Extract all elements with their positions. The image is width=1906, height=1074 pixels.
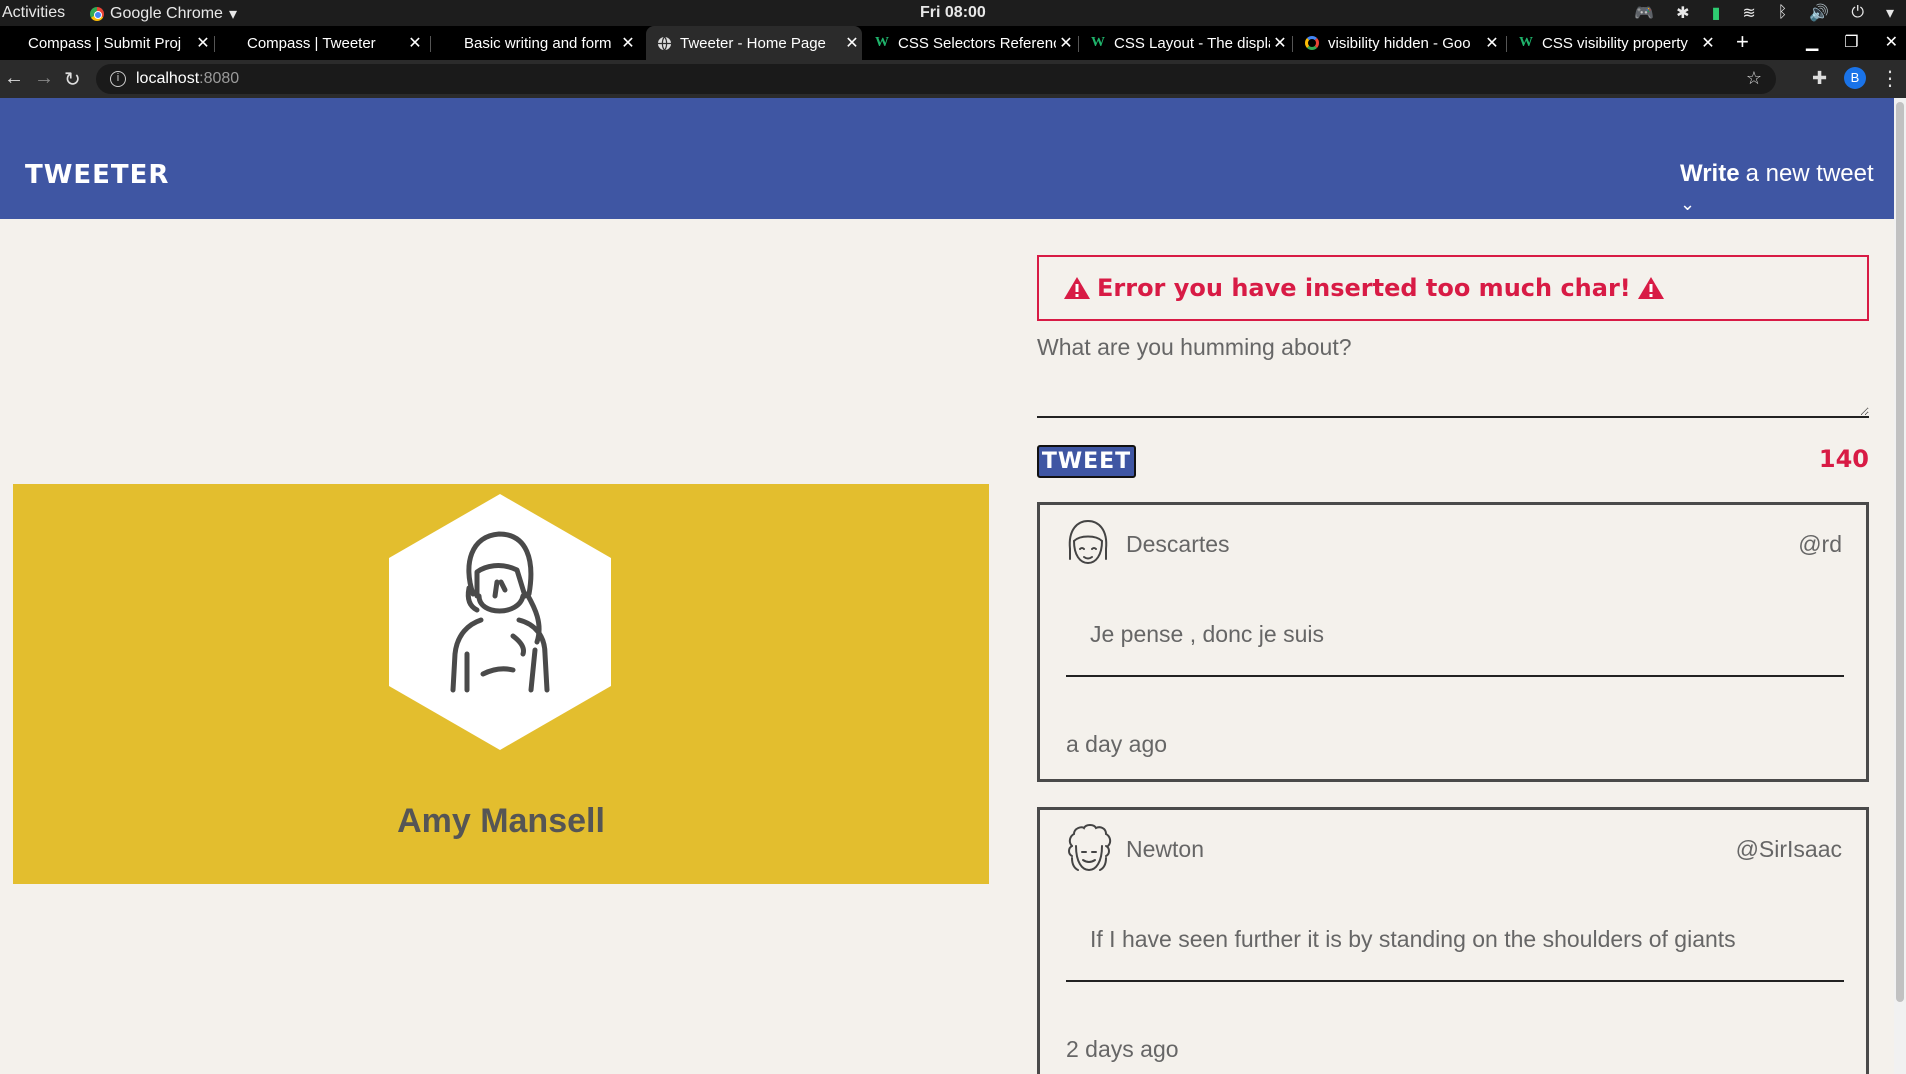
- tab-title: CSS visibility property: [1542, 34, 1688, 52]
- tab-compass-tweeter[interactable]: Compass | Tweeter ✕: [237, 26, 425, 60]
- clock[interactable]: Fri 08:00: [920, 4, 986, 22]
- tab-css-visibility[interactable]: W CSS visibility property ✕: [1508, 26, 1718, 60]
- profile-card: Amy Mansell: [13, 484, 989, 884]
- tab-title: CSS Selectors Referenc: [898, 34, 1056, 52]
- tweet-textarea[interactable]: [1037, 364, 1869, 418]
- tab-title: visibility hidden - Goo: [1328, 34, 1471, 52]
- globe-icon: [656, 35, 672, 51]
- write-tweet-toggle[interactable]: Write a new tweet: [1680, 160, 1874, 188]
- girl-avatar-icon: [1068, 519, 1108, 565]
- address-bar[interactable]: i localhost:8080 ☆: [96, 64, 1776, 94]
- tab-tweeter-home[interactable]: Tweeter - Home Page ✕: [646, 26, 862, 60]
- warning-icon: [1637, 277, 1664, 299]
- close-tab-icon[interactable]: ✕: [1482, 33, 1502, 53]
- w3schools-icon: W: [875, 35, 889, 50]
- url-host: localhost: [136, 70, 200, 87]
- tweet-timestamp: a day ago: [1066, 731, 1168, 757]
- tab-visibility-hidden[interactable]: visibility hidden - Goo ✕: [1294, 26, 1502, 60]
- tweet-body: If I have seen further it is by standing…: [1066, 926, 1844, 982]
- close-tab-icon[interactable]: ✕: [193, 33, 213, 53]
- system-top-bar: Activities Google Chrome ▾ Fri 08:00 🎮 ✱…: [0, 0, 1906, 26]
- close-window-icon[interactable]: ✕: [1885, 32, 1898, 52]
- caret-down-icon: ▾: [228, 6, 237, 23]
- girl-avatar-icon: [450, 531, 550, 693]
- tab-basic-writing[interactable]: Basic writing and form ✕: [454, 26, 638, 60]
- new-tab-plus-icon[interactable]: +: [1736, 29, 1749, 55]
- close-tab-icon[interactable]: ✕: [405, 33, 425, 53]
- tweet-author-handle: @rd: [1798, 531, 1842, 557]
- menu-kebab-icon[interactable]: ⋮: [1880, 66, 1900, 91]
- caret-down-icon[interactable]: ▾: [1886, 3, 1894, 23]
- site-info-icon[interactable]: i: [110, 71, 126, 87]
- volume-icon[interactable]: 🔊: [1809, 3, 1829, 23]
- tab-title: Compass | Submit Proj: [28, 34, 182, 52]
- curly-hair-avatar-icon: [1068, 824, 1112, 872]
- tab-strip: Compass | Submit Proj ✕ Compass | Tweete…: [0, 26, 1906, 60]
- error-text: Error you have inserted too much char!: [1097, 274, 1631, 302]
- tweet-author-name: Newton: [1126, 836, 1204, 862]
- profile-avatar[interactable]: B: [1844, 67, 1866, 89]
- browser-toolbar: ← → ↻ i localhost:8080 ☆ ✚ B ⋮: [0, 60, 1906, 98]
- tweet-prompt-label: What are you humming about?: [1037, 334, 1352, 360]
- power-icon[interactable]: ⏻: [1851, 4, 1864, 22]
- app-name: Google Chrome: [110, 5, 223, 22]
- google-icon: [1304, 35, 1320, 51]
- close-tab-icon[interactable]: ✕: [618, 33, 638, 53]
- tweet-card: Descartes @rd Je pense , donc je suis a …: [1037, 502, 1869, 782]
- tweet-author-handle: @SirIsaac: [1735, 836, 1842, 862]
- app-menu[interactable]: Google Chrome ▾: [90, 4, 237, 24]
- close-tab-icon[interactable]: ✕: [1056, 33, 1076, 53]
- w3schools-icon: W: [1519, 35, 1533, 50]
- tab-compass-submit[interactable]: Compass | Submit Proj ✕: [18, 26, 213, 60]
- char-counter: 140: [1818, 445, 1869, 473]
- tweet-timestamp: 2 days ago: [1066, 1036, 1179, 1062]
- tab-title: Tweeter - Home Page: [680, 34, 826, 52]
- battery-app-icon[interactable]: ▮: [1712, 3, 1721, 23]
- close-tab-icon[interactable]: ✕: [1270, 33, 1290, 53]
- window-controls: ▁ ❐ ✕: [1806, 32, 1898, 52]
- bookmark-star-icon[interactable]: ☆: [1746, 68, 1762, 89]
- tab-title: Compass | Tweeter: [247, 34, 376, 52]
- forward-arrow-icon[interactable]: →: [34, 67, 54, 90]
- page-scrollbar[interactable]: [1894, 98, 1906, 1074]
- slack-icon[interactable]: ✱: [1676, 3, 1689, 23]
- compose-label: a new tweet: [1745, 160, 1874, 187]
- brand-logo[interactable]: TWEETER: [25, 160, 169, 190]
- minimize-icon[interactable]: ▁: [1806, 32, 1818, 52]
- site-header: TWEETER Write a new tweet ⌄: [0, 98, 1894, 219]
- chrome-logo-icon: [90, 7, 104, 21]
- error-message: Error you have inserted too much char!: [1037, 255, 1869, 321]
- tweet-author-name: Descartes: [1126, 531, 1230, 557]
- tweet-body: Je pense , donc je suis: [1066, 621, 1844, 677]
- reload-icon[interactable]: ↻: [64, 67, 81, 92]
- close-tab-icon[interactable]: ✕: [1698, 33, 1718, 53]
- bluetooth-icon[interactable]: ᛒ: [1778, 4, 1788, 22]
- close-tab-icon[interactable]: ✕: [842, 33, 862, 53]
- system-tray[interactable]: 🎮 ✱ ▮ ≋ ᛒ 🔊 ⏻ ▾: [1634, 3, 1894, 23]
- tweet-card: Newton @SirIsaac If I have seen further …: [1037, 807, 1869, 1074]
- discord-icon[interactable]: 🎮: [1634, 3, 1654, 23]
- tab-css-layout[interactable]: W CSS Layout - The displa ✕: [1080, 26, 1290, 60]
- wifi-icon[interactable]: ≋: [1742, 3, 1755, 23]
- user-name: Amy Mansell: [397, 802, 605, 840]
- scrollbar-thumb[interactable]: [1896, 102, 1904, 1002]
- warning-icon: [1064, 277, 1090, 299]
- tab-title: CSS Layout - The displa: [1114, 34, 1270, 52]
- chevron-down-icon[interactable]: ⌄: [1680, 194, 1695, 215]
- tab-css-selectors[interactable]: W CSS Selectors Referenc ✕: [864, 26, 1076, 60]
- compose-bold-label: Write: [1680, 160, 1740, 187]
- tab-title: Basic writing and form: [464, 34, 612, 52]
- back-arrow-icon[interactable]: ←: [4, 67, 24, 90]
- tweet-submit-button[interactable]: TWEET: [1037, 445, 1136, 478]
- extensions-puzzle-icon[interactable]: ✚: [1812, 68, 1827, 89]
- maximize-icon[interactable]: ❐: [1844, 32, 1858, 52]
- url-port: :8080: [199, 70, 240, 87]
- activities-button[interactable]: Activities: [2, 4, 65, 22]
- avatar-hexagon: [389, 494, 611, 750]
- w3schools-icon: W: [1091, 35, 1105, 50]
- page-viewport: TWEETER Write a new tweet ⌄ Amy Mansell …: [0, 98, 1894, 1074]
